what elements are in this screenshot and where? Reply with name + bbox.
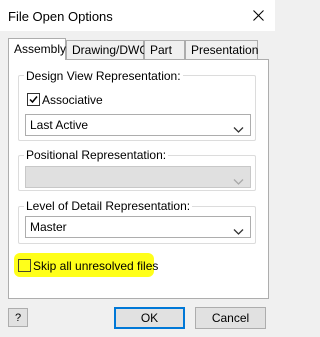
help-icon: ? (14, 311, 22, 324)
close-button[interactable] (241, 0, 275, 31)
chevron-down-icon (233, 222, 244, 242)
design-view-select[interactable]: Last Active (25, 114, 251, 136)
design-view-label: Design View Representation: (24, 69, 183, 83)
level-of-detail-label: Level of Detail Representation: (24, 199, 193, 213)
tab-assembly[interactable]: Assembly (8, 38, 66, 60)
chevron-down-icon (233, 172, 244, 192)
cancel-button[interactable]: Cancel (195, 307, 266, 329)
title-bar: File Open Options (0, 0, 275, 31)
help-button[interactable]: ? (8, 308, 28, 327)
tab-presentation[interactable]: Presentation (185, 40, 258, 59)
associative-label: Associative (42, 93, 103, 107)
close-icon (252, 10, 264, 21)
level-of-detail-value: Master (30, 220, 67, 234)
window-title: File Open Options (8, 9, 113, 24)
positional-label: Positional Representation: (24, 148, 169, 162)
skip-unresolved-checkbox[interactable] (18, 259, 31, 272)
tab-drawing-dwg[interactable]: Drawing/DWG (66, 40, 149, 59)
level-of-detail-select[interactable]: Master (25, 216, 251, 238)
chevron-down-icon (233, 120, 244, 140)
skip-unresolved-label: Skip all unresolved files (33, 259, 159, 273)
design-view-value: Last Active (30, 118, 89, 132)
ok-button[interactable]: OK (114, 307, 185, 329)
associative-checkbox[interactable] (27, 93, 40, 106)
positional-select[interactable] (25, 166, 251, 188)
tab-part[interactable]: Part (144, 40, 185, 59)
